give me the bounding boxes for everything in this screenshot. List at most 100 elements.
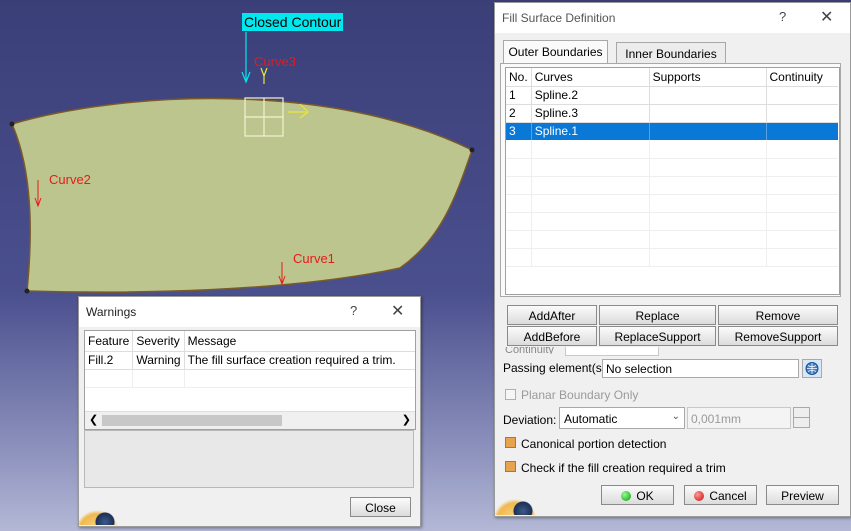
- scroll-right-icon[interactable]: ❯: [402, 413, 411, 426]
- canonical-checkbox[interactable]: [505, 437, 516, 448]
- planar-boundary-label: Planar Boundary Only: [521, 388, 639, 402]
- remove-support-button[interactable]: RemoveSupport: [718, 326, 838, 346]
- warnings-list[interactable]: Feature Severity Message Fill.2 Warning …: [84, 330, 416, 430]
- table-row-selected[interactable]: 3 Spline.1: [506, 122, 838, 140]
- warnings-title: Warnings: [86, 305, 137, 319]
- empty-row: [506, 230, 838, 249]
- vertex-right: [469, 147, 475, 153]
- preview-button[interactable]: Preview: [766, 485, 839, 505]
- warnings-help-button[interactable]: ?: [350, 303, 357, 318]
- remove-button[interactable]: Remove: [718, 305, 838, 325]
- column-header: Feature: [85, 331, 134, 352]
- add-after-button[interactable]: AddAfter: [507, 305, 597, 325]
- empty-row: [506, 140, 838, 159]
- warnings-titlebar[interactable]: Warnings ? ✕: [79, 297, 420, 327]
- scroll-left-icon[interactable]: ❮: [89, 413, 98, 426]
- warning-message: The fill surface creation required a tri…: [184, 351, 415, 370]
- replace-button[interactable]: Replace: [599, 305, 716, 325]
- deviation-value-field[interactable]: 0,001mm: [687, 407, 791, 429]
- chevron-down-icon: ⌄: [671, 411, 680, 422]
- warning-feature: Fill.2: [85, 351, 134, 370]
- empty-row: [506, 194, 838, 213]
- row-support: [649, 122, 767, 140]
- deviation-mode-select[interactable]: Automatic ⌄: [559, 407, 685, 429]
- row-continuity: [766, 104, 838, 123]
- table-row[interactable]: 1 Spline.2: [506, 86, 838, 105]
- ok-label: OK: [636, 489, 654, 503]
- cancel-icon: [694, 491, 705, 501]
- row-number: 3: [506, 122, 532, 140]
- column-header: Message: [184, 331, 415, 352]
- horizontal-scrollbar[interactable]: ❮ ❯: [85, 411, 415, 429]
- row-support: [649, 104, 767, 123]
- curve2-label: Curve2: [49, 172, 91, 187]
- passing-label: Passing element(s):: [503, 361, 610, 375]
- warnings-detail-panel: [84, 430, 414, 488]
- ok-icon: [621, 491, 632, 501]
- column-header: No.: [506, 68, 532, 87]
- row-support: [649, 86, 767, 105]
- deviation-label: Deviation:: [503, 413, 557, 427]
- warnings-logo-icon: [79, 492, 123, 525]
- cancel-label: Cancel: [709, 489, 747, 503]
- ok-button[interactable]: OK: [601, 485, 674, 505]
- dialog-title: Fill Surface Definition: [502, 11, 616, 25]
- buttons-panel: AddAfter Replace Remove AddBefore Replac…: [500, 300, 841, 350]
- boundaries-table[interactable]: No. Curves Supports Continuity 1 Spline.…: [505, 67, 840, 295]
- deviation-value: 0,001mm: [691, 412, 742, 426]
- planar-boundary-checkbox[interactable]: [505, 389, 516, 400]
- tab-outer-boundaries[interactable]: Outer Boundaries: [503, 40, 608, 64]
- warning-severity: Warning: [132, 351, 185, 370]
- clipped-continuity-label: Continuity: [505, 347, 554, 354]
- add-before-button[interactable]: AddBefore: [507, 326, 597, 346]
- deviation-mode-value: Automatic: [564, 412, 618, 426]
- empty-row: [506, 248, 838, 267]
- trim-check-checkbox[interactable]: [505, 461, 516, 472]
- column-header: Curves: [531, 68, 650, 87]
- deviation-spinner[interactable]: [793, 407, 810, 428]
- empty-row: [506, 212, 838, 231]
- tab-panel: No. Curves Supports Continuity 1 Spline.…: [500, 63, 841, 297]
- fill-surface: [10, 97, 473, 293]
- curve3-label: Curve3: [254, 54, 296, 69]
- empty-row: [506, 158, 838, 177]
- warnings-header: Feature Severity Message: [85, 331, 415, 352]
- vertex-left: [9, 121, 15, 127]
- empty-row: [506, 176, 838, 195]
- row-continuity: [766, 86, 838, 105]
- catia-logo-icon: [495, 481, 541, 515]
- column-header: Supports: [649, 68, 767, 87]
- fill-surface-dialog: Fill Surface Definition ? ✕ Outer Bounda…: [494, 2, 851, 517]
- column-header: Continuity: [766, 68, 838, 87]
- warnings-dialog: Warnings ? ✕ Feature Severity Message Fi…: [78, 296, 421, 527]
- empty-row: [85, 369, 415, 388]
- column-header: Severity: [132, 331, 185, 352]
- canonical-label: Canonical portion detection: [521, 437, 667, 451]
- close-icon[interactable]: ✕: [820, 7, 833, 27]
- vertex-bottom: [24, 288, 30, 294]
- dialog-titlebar[interactable]: Fill Surface Definition ? ✕: [495, 3, 850, 33]
- warnings-close-button[interactable]: Close: [350, 497, 411, 517]
- passing-elements-field[interactable]: No selection: [602, 359, 799, 378]
- trim-check-label: Check if the fill creation required a tr…: [521, 461, 726, 475]
- curve1-label: Curve1: [293, 251, 335, 266]
- table-header: No. Curves Supports Continuity: [506, 68, 838, 87]
- row-curve: Spline.2: [531, 86, 650, 105]
- warnings-close-icon[interactable]: ✕: [391, 301, 404, 321]
- closed-contour-label: Closed Contour: [242, 13, 344, 31]
- warning-row[interactable]: Fill.2 Warning The fill surface creation…: [85, 351, 415, 370]
- row-curve: Spline.1: [531, 122, 650, 140]
- row-number: 2: [506, 104, 532, 123]
- scrollbar-thumb[interactable]: [102, 415, 282, 426]
- help-button[interactable]: ?: [779, 9, 786, 24]
- row-continuity: [766, 122, 838, 140]
- row-curve: Spline.3: [531, 104, 650, 123]
- clipped-combo: [565, 347, 659, 356]
- replace-support-button[interactable]: ReplaceSupport: [599, 326, 716, 346]
- cancel-button[interactable]: Cancel: [684, 485, 757, 505]
- globe-selector-icon[interactable]: [802, 359, 822, 378]
- table-row[interactable]: 2 Spline.3: [506, 104, 838, 123]
- tab-inner-boundaries[interactable]: Inner Boundaries: [616, 42, 726, 64]
- row-number: 1: [506, 86, 532, 105]
- curve3-marker: [260, 67, 268, 84]
